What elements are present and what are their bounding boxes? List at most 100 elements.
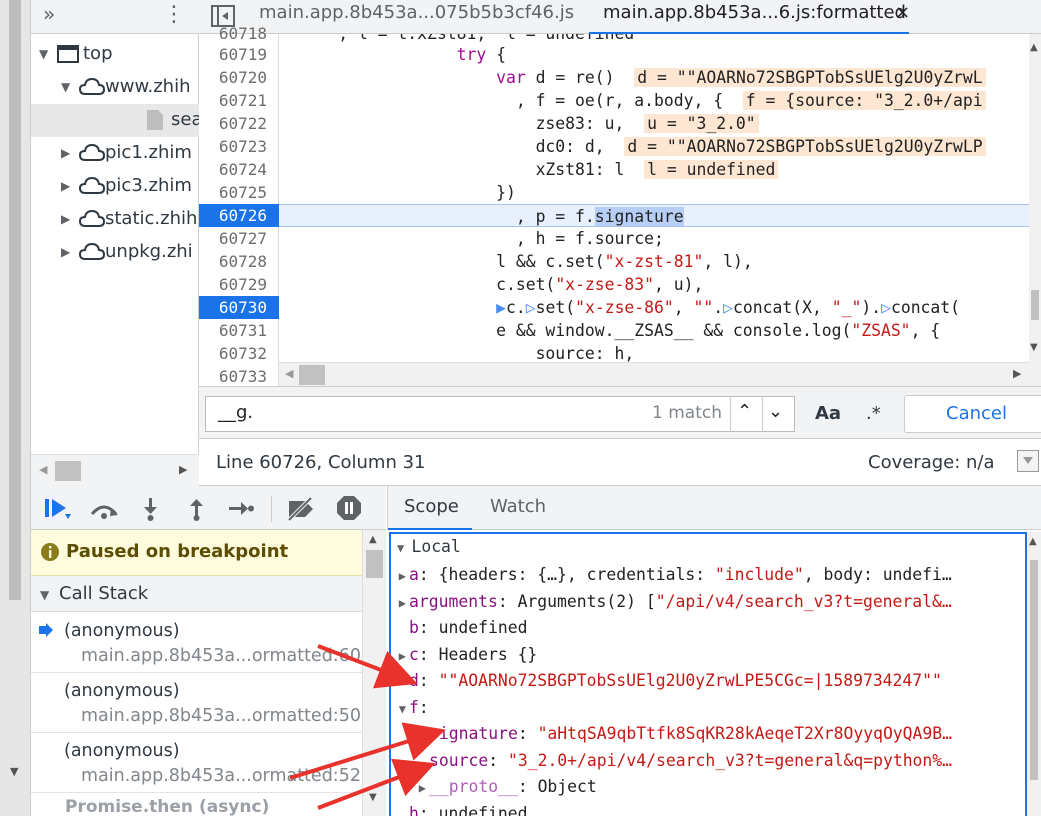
line-number[interactable]: 60731 xyxy=(199,319,279,342)
scope-scroll[interactable]: ▲ xyxy=(1027,532,1041,816)
line-number[interactable]: 60728 xyxy=(199,250,279,273)
line-number[interactable]: 60729 xyxy=(199,273,279,296)
line-number[interactable]: 60732 xyxy=(199,342,279,365)
line-number[interactable]: 60720 xyxy=(199,66,279,89)
scope-local-header[interactable]: ▼ Local xyxy=(391,534,1025,560)
scope-property[interactable]: ▶ c: Headers {} xyxy=(391,642,1025,668)
expand-icon[interactable]: ▶ xyxy=(61,212,70,226)
code-line[interactable]: c.set("x-zse-83", u), xyxy=(279,273,703,296)
call-stack-header[interactable]: ▼ Call Stack xyxy=(31,576,362,612)
code-line[interactable]: l && c.set("x-zst-81", l), xyxy=(279,250,753,273)
expand-icon[interactable]: ▼ xyxy=(61,80,70,94)
nav-item-5[interactable]: ▶ static.zhih xyxy=(31,203,199,236)
navigator-hscroll[interactable]: ◀ ▶ xyxy=(31,454,199,486)
code-line[interactable]: }) xyxy=(279,181,516,204)
scope-property[interactable]: h: undefined xyxy=(391,801,1025,816)
expand-icon[interactable]: ▶ xyxy=(61,179,70,193)
scroll-left-icon[interactable]: ◀ xyxy=(39,463,47,476)
breakpoint-line-number[interactable]: 60730 xyxy=(199,296,287,319)
step-into-icon[interactable] xyxy=(141,496,161,522)
expand-icon[interactable]: ▶ xyxy=(61,146,70,160)
scroll-left-icon[interactable]: ◀ xyxy=(285,367,293,380)
deactivate-breakpoints-icon[interactable] xyxy=(285,496,317,522)
scroll-right-icon[interactable]: ▶ xyxy=(179,463,187,476)
expand-icon[interactable]: ▶ xyxy=(391,775,429,800)
menu-icon[interactable]: ⋮ xyxy=(163,2,185,27)
nav-item-1[interactable]: ▼ www.zhih xyxy=(31,71,199,104)
line-number[interactable]: 60733 xyxy=(199,365,279,388)
scope-property[interactable]: ▶ __proto__: Object xyxy=(391,774,1025,800)
scroll-up-icon[interactable]: ▲ xyxy=(369,534,377,545)
line-number[interactable]: 60719 xyxy=(199,43,279,66)
current-code-line[interactable]: , p = f.signature xyxy=(279,204,1029,227)
left-scrollbar[interactable] xyxy=(9,0,21,600)
frame-location[interactable]: main.app.8b453a...ormatted:607 xyxy=(81,646,362,666)
nav-item-3[interactable]: ▶ pic1.zhim xyxy=(31,137,199,170)
nav-item-0[interactable]: ▼ top xyxy=(31,38,199,71)
line-gutter[interactable]: 60718 60719 60720 60721 60722 60723 60724 60725… xyxy=(199,24,287,388)
scope-property[interactable]: ▼ f: xyxy=(391,695,1025,721)
line-number[interactable]: 60724 xyxy=(199,158,279,181)
scope-property[interactable]: b: undefined xyxy=(391,615,1025,641)
expand-icon[interactable]: ▼ xyxy=(391,696,409,721)
call-frame[interactable]: (anonymous) main.app.8b453a...ormatted:52… xyxy=(31,733,362,793)
scroll-thumb[interactable] xyxy=(1030,560,1038,780)
expand-icon[interactable]: ▶ xyxy=(61,245,70,259)
tab-formatted[interactable]: main.app.8b453a...6.js:formatted xyxy=(603,2,906,23)
scroll-up-icon[interactable]: ▲ xyxy=(1029,536,1037,547)
nav-item-2[interactable]: search? xyxy=(31,104,199,137)
code-line[interactable]: xZst81: l l = undefined xyxy=(279,158,779,181)
nav-item-4[interactable]: ▶ pic3.zhim xyxy=(31,170,199,203)
line-number[interactable]: 60718 xyxy=(199,22,279,45)
collapse-icon[interactable]: ▼ xyxy=(397,541,411,555)
line-number[interactable]: 60723 xyxy=(199,135,279,158)
search-input[interactable]: __g. 1 match ⌃ ⌄ xyxy=(205,396,795,432)
expand-icon[interactable]: ▶ xyxy=(391,563,409,588)
code-vscroll[interactable]: ▲ ▼ xyxy=(1029,34,1041,386)
tab-scope[interactable]: Scope xyxy=(404,496,459,517)
scroll-down-icon[interactable]: ▼ xyxy=(369,792,377,803)
code-line[interactable]: e && window.__ZSAS__ && console.log("ZSA… xyxy=(279,319,940,342)
scope-property[interactable]: source: "3_2.0+/api/v4/search_v3?t=gener… xyxy=(391,748,1025,774)
code-line[interactable]: , f = oe(r, a.body, { f = {source: "3_2.… xyxy=(279,89,986,112)
resume-icon[interactable] xyxy=(43,496,73,522)
scroll-right-icon[interactable]: ▶ xyxy=(1013,367,1021,380)
code-hscroll[interactable]: ◀ ▶ xyxy=(279,362,1029,386)
code-editor[interactable]: , l = t.xZst81; l = undefined try { var … xyxy=(279,34,1029,386)
search-prev-icon[interactable]: ⌃ xyxy=(737,401,752,422)
more-tabs-icon[interactable]: » xyxy=(43,2,55,26)
scope-property[interactable]: d: ""AOARNo72SBGPTobSsUElg2U0yZrwLPE5CGc… xyxy=(391,668,1025,694)
vscroll-thumb[interactable] xyxy=(1031,290,1039,320)
line-number[interactable]: 60721 xyxy=(199,89,279,112)
call-frame[interactable]: (anonymous) main.app.8b453a...ormatted:50… xyxy=(31,673,362,733)
regex-button[interactable]: .* xyxy=(866,403,881,424)
call-stack-scroll[interactable]: ▲ ▼ xyxy=(362,530,386,816)
cancel-button[interactable]: Cancel xyxy=(904,395,1041,433)
code-line[interactable]: zse83: u, u = "3_2.0" xyxy=(279,112,759,135)
step-icon[interactable] xyxy=(227,498,255,520)
scroll-down-icon[interactable]: ▼ xyxy=(10,765,18,778)
expand-icon[interactable]: ▶ xyxy=(391,590,409,615)
close-tab-icon[interactable]: × xyxy=(895,2,910,23)
code-line[interactable]: var d = re() d = ""AOARNo72SBGPTobSsUElg… xyxy=(279,66,986,89)
expand-icon[interactable]: ▼ xyxy=(39,47,48,61)
code-line[interactable]: ▶c.▷set("x-zse-86", "".▷concat(X, "_").▷… xyxy=(279,296,960,319)
scroll-down-icon[interactable]: ▼ xyxy=(1030,342,1038,353)
tab-watch[interactable]: Watch xyxy=(490,496,546,517)
pause-on-exceptions-icon[interactable] xyxy=(335,494,363,522)
coverage-toggle-icon[interactable] xyxy=(1017,450,1039,472)
scope-property[interactable]: ▶ arguments: Arguments(2) ["/api/v4/searc… xyxy=(391,589,1025,615)
code-line[interactable]: , h = f.source; xyxy=(279,227,664,250)
nav-item-6[interactable]: ▶ unpkg.zhi xyxy=(31,236,199,269)
hscroll-thumb[interactable] xyxy=(299,365,325,385)
scroll-up-icon[interactable]: ▲ xyxy=(1030,42,1038,53)
collapse-icon[interactable]: ▼ xyxy=(40,588,49,602)
match-case-button[interactable]: Aa xyxy=(815,403,841,424)
scope-property[interactable]: ▶ a: {headers: {…}, credentials: "include… xyxy=(391,562,1025,588)
line-number[interactable]: 60722 xyxy=(199,112,279,135)
scroll-thumb[interactable] xyxy=(366,550,383,578)
call-frame[interactable]: (anonymous) main.app.8b453a...ormatted:60… xyxy=(31,613,362,673)
expand-icon[interactable]: ▶ xyxy=(391,643,409,668)
search-next-icon[interactable]: ⌄ xyxy=(768,401,783,422)
step-over-icon[interactable] xyxy=(89,498,119,520)
